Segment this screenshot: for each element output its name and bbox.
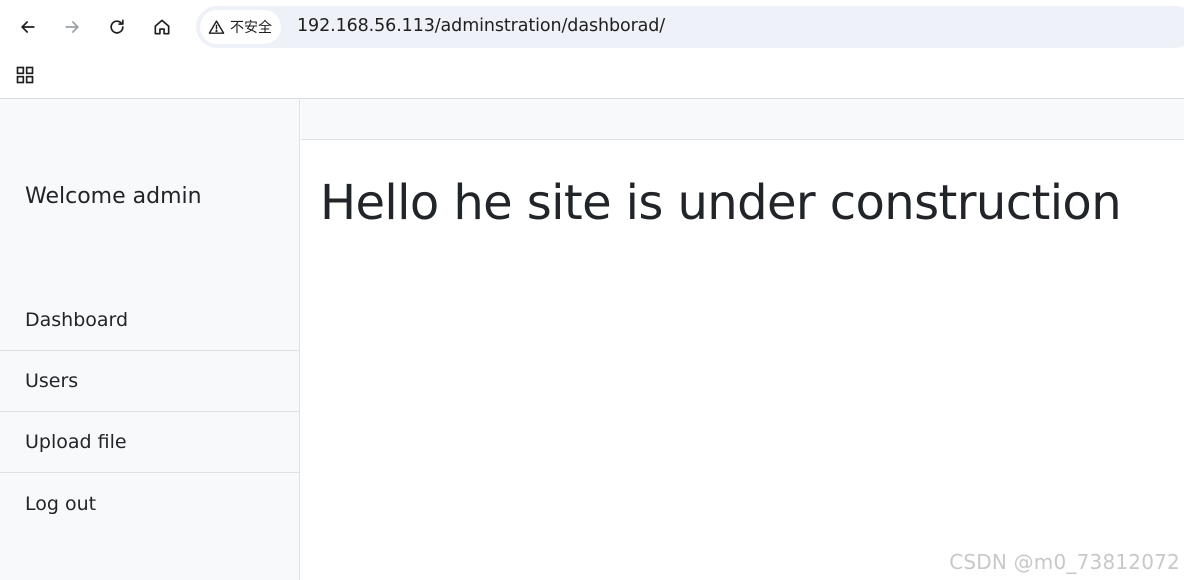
welcome-text: Welcome admin bbox=[25, 184, 202, 209]
bookmarks-bar bbox=[0, 54, 1184, 98]
forward-button[interactable] bbox=[55, 10, 89, 44]
apps-grid-icon bbox=[16, 66, 34, 84]
security-chip[interactable]: 不安全 bbox=[200, 10, 281, 44]
sidebar-item-log-out[interactable]: Log out bbox=[0, 473, 300, 534]
warning-triangle-icon bbox=[208, 19, 225, 34]
back-button[interactable] bbox=[11, 10, 45, 44]
reload-button[interactable] bbox=[100, 10, 134, 44]
sidebar: Welcome admin Dashboard Users Upload fil… bbox=[0, 99, 300, 580]
url-text[interactable]: 192.168.56.113/adminstration/dashborad/ bbox=[297, 16, 665, 36]
home-button[interactable] bbox=[145, 10, 179, 44]
page-headline: Hello he site is under construction bbox=[320, 175, 1122, 231]
sidebar-item-users[interactable]: Users bbox=[0, 351, 300, 412]
home-icon bbox=[154, 19, 170, 35]
main-content: Hello he site is under construction bbox=[301, 140, 1184, 580]
address-bar[interactable]: 不安全 192.168.56.113/adminstration/dashbor… bbox=[196, 6, 1184, 48]
browser-toolbar: 不安全 192.168.56.113/adminstration/dashbor… bbox=[0, 0, 1184, 54]
arrow-right-icon bbox=[65, 21, 79, 33]
sidebar-item-dashboard[interactable]: Dashboard bbox=[0, 290, 300, 351]
sidebar-menu: Dashboard Users Upload file Log out bbox=[0, 290, 300, 534]
watermark-text: CSDN @m0_73812072 bbox=[949, 550, 1180, 574]
sidebar-item-upload-file[interactable]: Upload file bbox=[0, 412, 300, 473]
security-label: 不安全 bbox=[230, 20, 272, 36]
arrow-left-icon bbox=[21, 21, 35, 33]
page-topbar bbox=[301, 99, 1184, 140]
apps-button[interactable] bbox=[14, 64, 36, 86]
reload-icon bbox=[110, 19, 124, 34]
